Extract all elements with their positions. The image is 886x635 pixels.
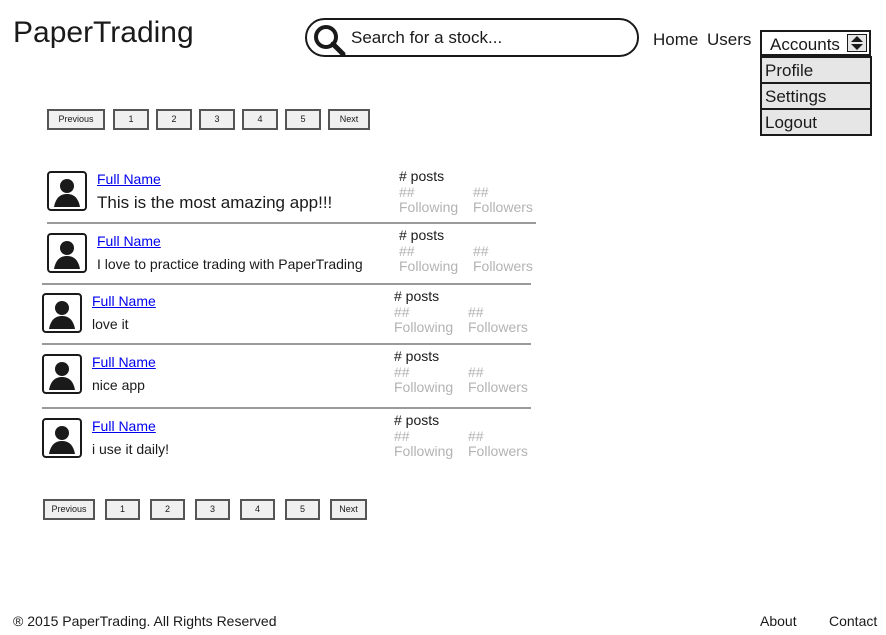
nav-users-link[interactable]: Users	[707, 30, 751, 50]
followers-stat[interactable]: ## Followers	[468, 429, 528, 459]
post-text: This is the most amazing app!!!	[97, 193, 333, 212]
following-stat[interactable]: ## Following	[394, 429, 453, 459]
pagination-bottom: Previous 1 2 3 4 5 Next	[43, 499, 367, 520]
user-name-link[interactable]: Full Name	[97, 233, 161, 249]
following-stat[interactable]: ## Following	[394, 305, 453, 335]
nav-home-link[interactable]: Home	[653, 30, 698, 50]
followers-count: ##	[468, 428, 484, 444]
user-silhouette-icon	[49, 362, 75, 390]
followers-label: Followers	[473, 258, 533, 274]
avatar[interactable]	[47, 171, 87, 211]
followers-count: ##	[468, 364, 484, 380]
post-text: i use it daily!	[92, 441, 170, 457]
dropdown-arrows-icon	[847, 34, 867, 52]
page-4-button[interactable]: 4	[240, 499, 275, 520]
following-count: ##	[394, 428, 410, 444]
stock-search-input[interactable]	[351, 26, 631, 50]
posts-count: # posts	[394, 412, 440, 428]
posts-count: # posts	[399, 227, 445, 243]
app-logo[interactable]: PaperTrading	[13, 16, 194, 50]
posts-count: # posts	[394, 288, 440, 304]
following-label: Following	[394, 379, 454, 395]
previous-button[interactable]: Previous	[47, 109, 105, 130]
page-3-button[interactable]: 3	[195, 499, 230, 520]
following-label: Following	[399, 258, 459, 274]
following-count: ##	[399, 184, 415, 200]
user-silhouette-icon	[54, 241, 80, 269]
page-5-button[interactable]: 5	[285, 109, 321, 130]
menu-item-settings[interactable]: Settings	[762, 82, 870, 108]
page-1-button[interactable]: 1	[113, 109, 149, 130]
search-icon	[314, 25, 346, 57]
followers-label: Followers	[473, 199, 533, 215]
next-button[interactable]: Next	[328, 109, 370, 130]
avatar[interactable]	[47, 233, 87, 273]
accounts-dropdown[interactable]: Accounts	[760, 30, 871, 56]
followers-stat[interactable]: ## Followers	[468, 305, 528, 335]
post-text: love it	[92, 316, 129, 332]
posts-count: # posts	[394, 348, 440, 364]
user-name-link[interactable]: Full Name	[92, 418, 156, 434]
avatar[interactable]	[42, 418, 82, 458]
following-label: Following	[394, 443, 454, 459]
followers-count: ##	[473, 243, 489, 259]
page-4-button[interactable]: 4	[242, 109, 278, 130]
page-2-button[interactable]: 2	[150, 499, 185, 520]
post-text: nice app	[92, 377, 145, 393]
user-silhouette-icon	[49, 426, 75, 454]
previous-button[interactable]: Previous	[43, 499, 95, 520]
following-label: Following	[399, 199, 459, 215]
user-name-link[interactable]: Full Name	[92, 354, 156, 370]
page-5-button[interactable]: 5	[285, 499, 320, 520]
post-divider	[42, 283, 531, 285]
pagination-top: Previous 1 2 3 4 5 Next	[47, 109, 370, 130]
followers-count: ##	[473, 184, 489, 200]
following-count: ##	[399, 243, 415, 259]
followers-count: ##	[468, 304, 484, 320]
following-stat[interactable]: ## Following	[399, 244, 458, 274]
following-count: ##	[394, 304, 410, 320]
following-stat[interactable]: ## Following	[394, 365, 453, 395]
following-count: ##	[394, 364, 410, 380]
followers-label: Followers	[468, 319, 528, 335]
posts-count: # posts	[399, 168, 445, 184]
page-1-button[interactable]: 1	[105, 499, 140, 520]
copyright-text: ® 2015 PaperTrading. All Rights Reserved	[13, 613, 277, 629]
avatar[interactable]	[42, 293, 82, 333]
post-divider	[42, 343, 531, 345]
post-divider	[42, 407, 531, 409]
following-label: Following	[394, 319, 454, 335]
avatar[interactable]	[42, 354, 82, 394]
following-stat[interactable]: ## Following	[399, 185, 458, 215]
menu-item-logout[interactable]: Logout	[762, 108, 870, 134]
post-text: I love to practice trading with PaperTra…	[97, 256, 363, 272]
footer-contact-link[interactable]: Contact	[829, 613, 877, 629]
page-3-button[interactable]: 3	[199, 109, 235, 130]
next-button[interactable]: Next	[330, 499, 367, 520]
menu-item-profile[interactable]: Profile	[762, 56, 870, 82]
post-divider	[47, 222, 536, 224]
followers-stat[interactable]: ## Followers	[473, 244, 533, 274]
user-silhouette-icon	[49, 301, 75, 329]
user-name-link[interactable]: Full Name	[92, 293, 156, 309]
accounts-menu: Profile Settings Logout	[760, 56, 872, 136]
followers-label: Followers	[468, 379, 528, 395]
followers-label: Followers	[468, 443, 528, 459]
footer-about-link[interactable]: About	[760, 613, 797, 629]
followers-stat[interactable]: ## Followers	[473, 185, 533, 215]
page-2-button[interactable]: 2	[156, 109, 192, 130]
user-name-link[interactable]: Full Name	[97, 171, 161, 187]
user-silhouette-icon	[54, 179, 80, 207]
stock-search-bar[interactable]	[305, 18, 639, 57]
followers-stat[interactable]: ## Followers	[468, 365, 528, 395]
accounts-dropdown-label: Accounts	[770, 35, 840, 54]
